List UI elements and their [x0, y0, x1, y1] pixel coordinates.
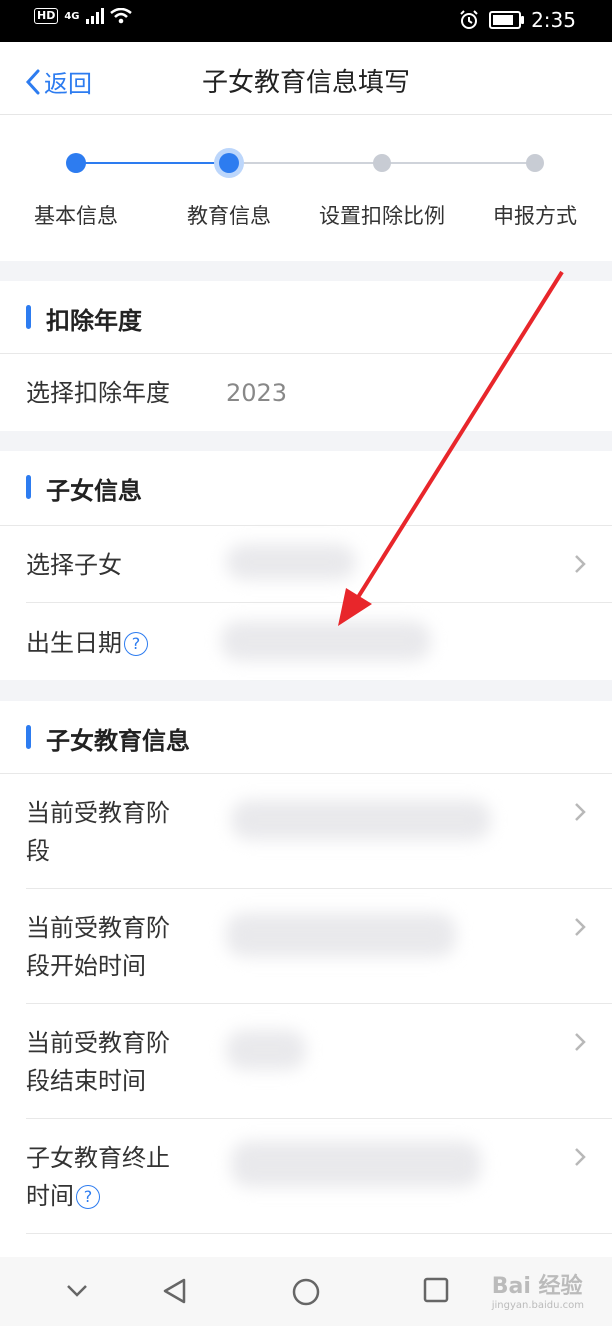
stage-start-row[interactable]: 当前受教育阶 段开始时间 [26, 889, 612, 1004]
step-line-done [76, 162, 229, 164]
battery-icon [489, 11, 525, 29]
education-stop-row[interactable]: 子女教育终止 时间? [26, 1119, 612, 1234]
step-label-ratio: 设置扣除比例 [319, 204, 445, 228]
child-education-section: 子女教育信息 当前受教育阶 段 当前受教育阶 段开始时间 当前受教育阶 段结束时… [0, 701, 612, 1257]
watermark-brand: Bai 经验 [491, 1274, 583, 1299]
section-title: 扣除年度 [46, 307, 142, 335]
signal-icon [85, 8, 104, 24]
year-label: 选择扣除年度 [26, 379, 170, 407]
label-line-1: 当前受教育阶 [26, 1029, 170, 1057]
education-stage-label: 当前受教育阶 段 [26, 794, 170, 870]
step-dot-2-inner [219, 153, 239, 173]
hd-indicator: HD [34, 8, 59, 24]
label-line-1: 当前受教育阶 [26, 914, 170, 942]
stage-end-row[interactable]: 当前受教育阶 段结束时间 [26, 1004, 612, 1119]
redacted-value [231, 800, 491, 840]
step-dot-3 [373, 154, 391, 172]
chevron-right-icon [575, 918, 586, 936]
watermark: Bai 经验 jingyan.baidu.com [492, 1268, 584, 1311]
stage-start-label: 当前受教育阶 段开始时间 [26, 909, 170, 985]
label-line-2: 段 [26, 837, 50, 865]
redacted-value [226, 1030, 306, 1070]
chevron-right-icon [575, 555, 586, 573]
page-title: 子女教育信息填写 [201, 68, 410, 98]
section-accent-bar [26, 725, 31, 749]
wifi-icon [109, 8, 132, 24]
chevron-down-icon[interactable] [64, 1277, 90, 1303]
stage-end-label: 当前受教育阶 段结束时间 [26, 1024, 170, 1100]
chevron-right-icon [575, 1148, 586, 1166]
step-label-basic: 基本信息 [34, 204, 118, 228]
label-line-2: 段开始时间 [26, 952, 146, 980]
step-dot-4 [526, 154, 544, 172]
help-icon[interactable]: ? [124, 632, 148, 656]
redacted-value [231, 1141, 481, 1187]
education-stop-label: 子女教育终止 时间? [26, 1139, 170, 1215]
help-icon[interactable]: ? [76, 1185, 100, 1209]
back-nav-icon[interactable] [160, 1277, 188, 1305]
chevron-right-icon [575, 1033, 586, 1051]
progress-stepper: 基本信息 教育信息 设置扣除比例 申报方式 [0, 115, 612, 261]
step-label-method: 申报方式 [493, 204, 577, 228]
status-bar: HD 4G 2:35 [0, 0, 612, 42]
section-title: 子女教育信息 [46, 727, 190, 755]
step-label-education: 教育信息 [187, 204, 271, 228]
label-line-2: 段结束时间 [26, 1067, 146, 1095]
label-line-1: 当前受教育阶 [26, 799, 170, 827]
watermark-url: jingyan.baidu.com [491, 1300, 584, 1311]
step-dot-1 [66, 153, 86, 173]
redacted-value [226, 913, 456, 957]
home-nav-icon[interactable] [291, 1277, 321, 1307]
chevron-right-icon [575, 803, 586, 821]
network-indicator: 4G [64, 10, 80, 22]
select-child-label: 选择子女 [26, 551, 122, 579]
birth-date-label: 出生日期? [26, 624, 148, 662]
annotation-arrow [338, 270, 564, 626]
year-value: 2023 [226, 379, 288, 407]
clock: 2:35 [531, 8, 576, 32]
label-line-1: 子女教育终止 [26, 1144, 170, 1172]
education-stage-row[interactable]: 当前受教育阶 段 [26, 774, 612, 889]
recents-nav-icon[interactable] [423, 1277, 449, 1303]
section-accent-bar [26, 475, 31, 499]
section-accent-bar [26, 305, 31, 329]
birth-date-text: 出生日期 [26, 629, 122, 657]
stop-label-text: 时间 [26, 1182, 74, 1210]
nav-bar: 返回 子女教育信息填写 [0, 42, 612, 115]
label-line-2: 时间? [26, 1177, 170, 1215]
section-header: 子女教育信息 [0, 701, 612, 774]
alarm-icon [460, 10, 478, 29]
section-title: 子女信息 [46, 477, 142, 505]
